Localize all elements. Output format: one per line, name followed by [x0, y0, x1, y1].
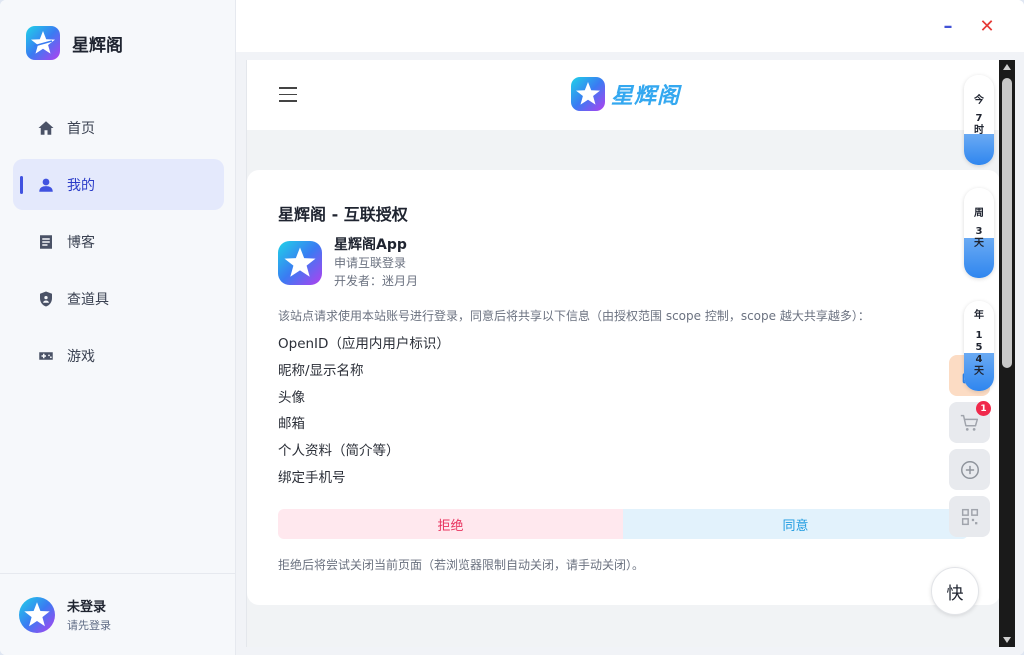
gamepad-icon	[37, 347, 55, 365]
document-icon	[37, 233, 55, 251]
pill-text: 周 3 天	[964, 188, 994, 250]
quick-button[interactable]: 快	[931, 567, 979, 615]
pill-char: 天	[974, 238, 984, 249]
pill-char: 5	[975, 342, 983, 353]
avatar	[19, 596, 55, 633]
sidebar-item-props[interactable]: 查道具	[13, 273, 224, 324]
minimize-button[interactable]: –	[936, 14, 960, 38]
scrollbar[interactable]	[999, 60, 1015, 647]
sidebar: 星辉阁 首页 我的 博客 查道具 游戏 未登录 请先登录	[0, 0, 236, 655]
pill-char: 周	[974, 208, 984, 219]
title-bar: – ✕	[236, 0, 1024, 52]
week-progress-pill[interactable]: 周 3 天	[964, 188, 994, 278]
reject-button[interactable]: 拒绝	[278, 509, 623, 539]
pill-char: 7	[975, 113, 983, 124]
plus-circle-icon	[960, 460, 979, 479]
star-logo-icon	[571, 77, 605, 111]
scroll-up-arrow-icon[interactable]	[1003, 64, 1011, 70]
scope-item: 邮箱	[278, 416, 305, 433]
card-title: 星辉阁 - 互联授权	[278, 205, 408, 224]
login-hint: 请先登录	[67, 619, 111, 632]
sidebar-item-blog[interactable]: 博客	[13, 216, 224, 267]
sidebar-nav: 首页 我的 博客 查道具 游戏	[13, 102, 224, 387]
scope-item: 绑定手机号	[278, 469, 346, 486]
scroll-down-arrow-icon[interactable]	[1003, 637, 1011, 643]
web-logo-text: 星辉阁	[611, 83, 681, 109]
pill-char: 天	[974, 366, 984, 377]
app-name: 星辉阁	[72, 35, 123, 56]
pill-char: 时	[974, 125, 984, 136]
qr-code-icon	[961, 508, 978, 525]
scope-item: 昵称/显示名称	[278, 362, 364, 379]
auth-card: 星辉阁 - 互联授权 星辉阁App 申请互联登录 开发者：迷月月 该站点请求使用…	[247, 170, 999, 605]
app-window: 星辉阁 首页 我的 博客 查道具 游戏 未登录 请先登录 – ✕ 星辉阁 星辉阁…	[0, 0, 1024, 655]
user-profile[interactable]: 未登录 请先登录	[0, 573, 236, 655]
menu-icon[interactable]	[279, 87, 297, 102]
cart-badge: 1	[976, 401, 991, 416]
user-name: 未登录	[67, 600, 107, 615]
app-logo-icon	[278, 241, 322, 285]
progress-fill	[964, 133, 994, 165]
scrollbar-thumb[interactable]	[1002, 78, 1012, 368]
app-action-label: 申请互联登录	[334, 256, 407, 270]
sidebar-item-label: 查道具	[67, 291, 109, 308]
qr-code-button[interactable]	[949, 496, 990, 537]
developer-label: 开发者：迷月月	[334, 274, 419, 288]
cart-button[interactable]: 1	[949, 401, 991, 443]
cart-icon	[960, 414, 978, 431]
shield-icon	[37, 290, 55, 308]
home-icon	[37, 119, 55, 137]
year-progress-pill[interactable]: 年 1 5 4 天	[964, 301, 994, 391]
pill-char: 今	[974, 95, 984, 106]
brand[interactable]: 星辉阁	[26, 26, 123, 60]
user-icon	[37, 176, 55, 194]
scope-item: 头像	[278, 389, 305, 406]
pill-char: 年	[974, 310, 984, 321]
web-logo[interactable]: 星辉阁	[571, 77, 680, 111]
sidebar-item-label: 我的	[67, 177, 95, 194]
sidebar-item-home[interactable]: 首页	[13, 102, 224, 153]
pill-char: 3	[975, 226, 983, 237]
pill-text: 年 1 5 4 天	[964, 301, 994, 378]
scope-list: OpenID（应用内用户标识） 昵称/显示名称 头像 邮箱 个人资料（简介等） …	[278, 334, 450, 495]
pill-char: 1	[975, 330, 983, 341]
webview: 星辉阁 星辉阁 - 互联授权 星辉阁App 申请互联登录 开发者：迷月月 该站点…	[246, 60, 999, 647]
scope-item: 个人资料（简介等）	[278, 443, 400, 460]
action-buttons: 拒绝 同意	[278, 509, 968, 539]
permission-description: 该站点请求使用本站账号进行登录，同意后将共享以下信息（由授权范围 scope 控…	[278, 309, 870, 323]
web-header: 星辉阁	[247, 60, 999, 130]
sidebar-item-label: 首页	[67, 120, 95, 137]
pill-text: 今 7 时	[964, 75, 994, 137]
app-name-label: 星辉阁App	[334, 237, 407, 253]
content-area: 星辉阁 星辉阁 - 互联授权 星辉阁App 申请互联登录 开发者：迷月月 该站点…	[236, 52, 1024, 655]
pill-char: 4	[975, 354, 983, 365]
sidebar-item-label: 博客	[67, 234, 95, 251]
accept-button[interactable]: 同意	[623, 509, 968, 539]
sidebar-item-mine[interactable]: 我的	[13, 159, 224, 210]
today-progress-pill[interactable]: 今 7 时	[964, 75, 994, 165]
app-info: 星辉阁App 申请互联登录 开发者：迷月月	[278, 236, 418, 290]
star-logo-icon	[26, 26, 60, 60]
sidebar-item-games[interactable]: 游戏	[13, 330, 224, 381]
add-button[interactable]	[949, 449, 990, 490]
scope-item: OpenID（应用内用户标识）	[278, 336, 450, 352]
reject-note: 拒绝后将尝试关闭当前页面（若浏览器限制自动关闭，请手动关闭）。	[278, 558, 645, 572]
close-button[interactable]: ✕	[975, 14, 999, 38]
sidebar-item-label: 游戏	[67, 348, 95, 365]
